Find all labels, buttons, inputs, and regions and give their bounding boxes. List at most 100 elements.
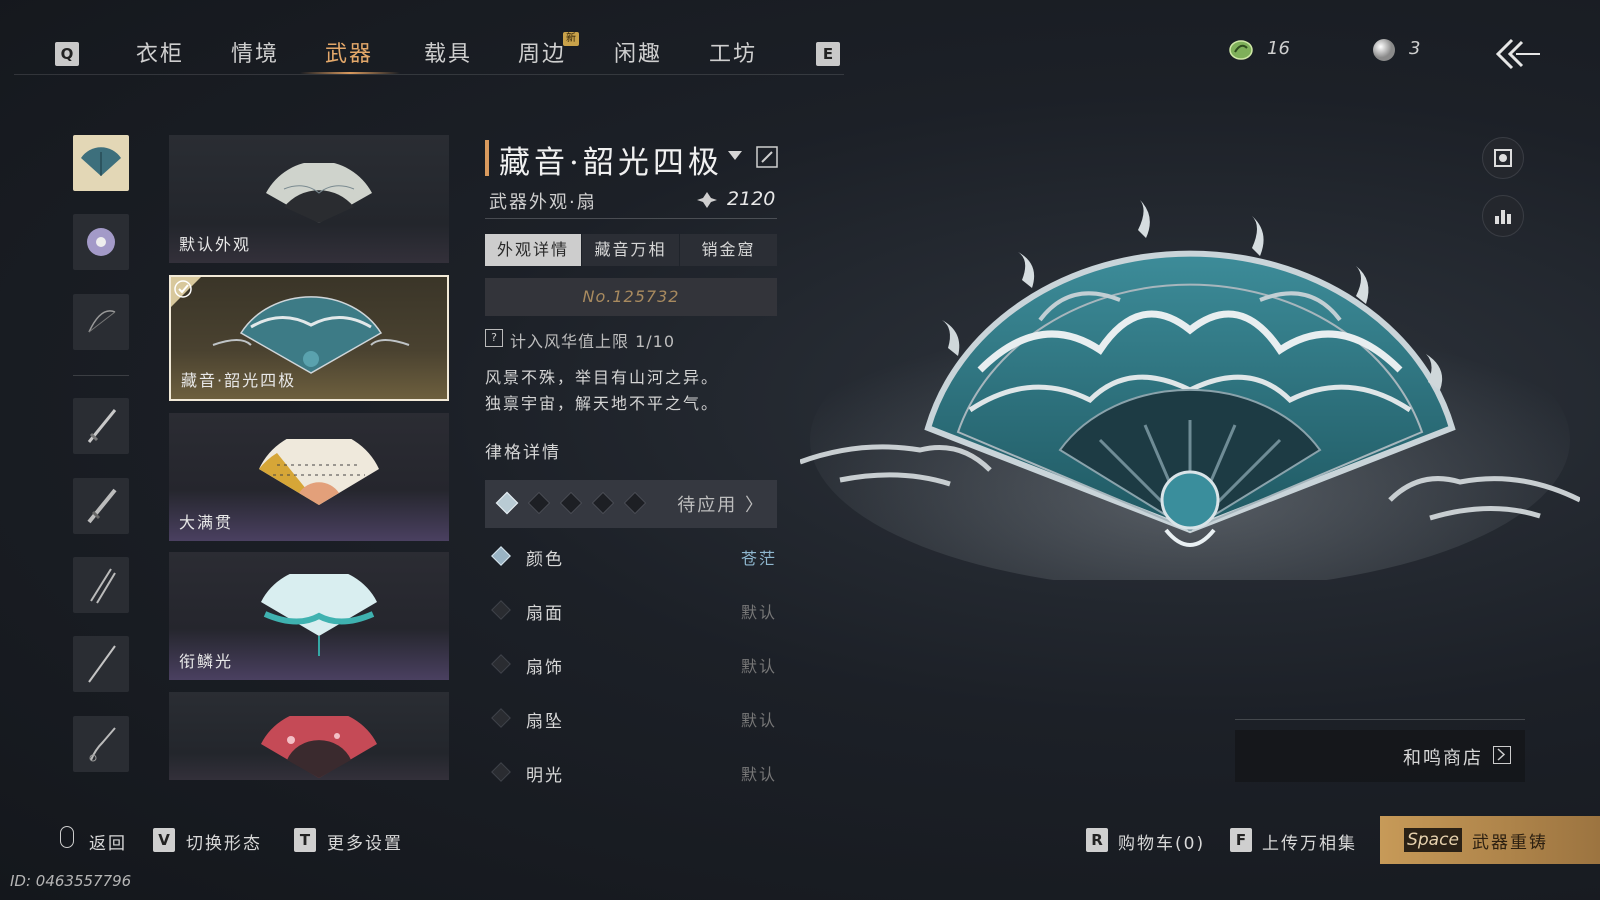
tab-peripheral[interactable]: 周边 bbox=[518, 36, 566, 68]
tab-xiaojinku[interactable]: 销金窟 bbox=[680, 234, 777, 266]
shop-button[interactable]: 和鸣商店 bbox=[1235, 730, 1525, 782]
sword-icon bbox=[87, 409, 117, 443]
prop-diamond-icon bbox=[491, 546, 511, 566]
item-title: 藏音·韶光四极 bbox=[499, 145, 723, 181]
cart-hint[interactable]: 购物车(0) bbox=[1118, 829, 1205, 854]
key-f: F bbox=[1230, 828, 1252, 852]
tab-scene[interactable]: 情境 bbox=[231, 36, 279, 68]
jade-icon bbox=[1229, 40, 1253, 60]
fan-grand-slam-icon bbox=[259, 439, 379, 505]
key-space: Space bbox=[1404, 828, 1462, 852]
pearl-count: 3 bbox=[1409, 38, 1421, 59]
bow-icon bbox=[88, 310, 116, 333]
description-line-2: 独禀宇宙，解天地不平之气。 bbox=[485, 394, 720, 413]
thumb-fan-purple[interactable] bbox=[73, 214, 129, 270]
thumb-sword-2[interactable] bbox=[73, 478, 129, 534]
tab-wardrobe[interactable]: 衣柜 bbox=[136, 36, 184, 68]
tab-workshop[interactable]: 工坊 bbox=[709, 36, 757, 68]
pearl-icon bbox=[1373, 39, 1395, 61]
user-id: ID: 0463557796 bbox=[10, 872, 132, 890]
edit-icon[interactable] bbox=[756, 146, 778, 168]
card-name: 藏音·韶光四极 bbox=[181, 371, 297, 390]
prop-pendant-value: 默认 bbox=[740, 711, 777, 730]
fan-icon bbox=[81, 147, 121, 176]
twin-blades-icon bbox=[90, 568, 116, 604]
thumb-twin-blades[interactable] bbox=[73, 557, 129, 613]
thumb-fan-selected[interactable] bbox=[73, 135, 129, 191]
fan-xianlin-icon bbox=[261, 574, 377, 656]
reforge-button[interactable]: Space 武器重铸 bbox=[1380, 816, 1600, 864]
item-subtitle: 武器外观·扇 bbox=[489, 192, 597, 213]
slot-diamond bbox=[495, 491, 519, 515]
reforge-label: 武器重铸 bbox=[1472, 833, 1548, 853]
cap-note: 计入风华值上限 1/10 bbox=[510, 332, 676, 351]
slot-diamond bbox=[623, 491, 647, 515]
back-arrow-icon[interactable] bbox=[1496, 36, 1542, 72]
more-settings-hint[interactable]: 更多设置 bbox=[327, 829, 403, 854]
score-icon bbox=[697, 192, 717, 208]
prop-color-label[interactable]: 颜色 bbox=[526, 545, 564, 570]
tab-leisure[interactable]: 闲趣 bbox=[614, 36, 662, 68]
whip-icon bbox=[89, 727, 116, 762]
thumb-spear[interactable] bbox=[73, 636, 129, 692]
help-icon[interactable]: ? bbox=[485, 329, 503, 347]
prop-glow-value: 默认 bbox=[740, 765, 777, 784]
section-title: 律格详情 bbox=[485, 443, 561, 463]
fan-zangyin-icon bbox=[212, 296, 410, 374]
prop-color-value: 苍茫 bbox=[740, 549, 777, 568]
serial-number: No.125732 bbox=[485, 278, 777, 316]
prop-surface-label[interactable]: 扇面 bbox=[526, 599, 564, 624]
shop-divider bbox=[1235, 719, 1525, 720]
thumb-sword-1[interactable] bbox=[73, 398, 129, 454]
tab-weapon[interactable]: 武器 bbox=[325, 36, 373, 68]
photo-mode-button[interactable] bbox=[1482, 137, 1524, 179]
card-name: 衔鳞光 bbox=[179, 652, 234, 671]
fan-preview-image bbox=[800, 200, 1580, 580]
slots-bar[interactable]: 待应用 〉 bbox=[485, 480, 777, 528]
slot-diamond bbox=[527, 491, 551, 515]
switch-form-hint[interactable]: 切换形态 bbox=[186, 829, 262, 854]
card-xianlin[interactable]: 衔鳞光 bbox=[169, 552, 449, 680]
tab-vehicle[interactable]: 载具 bbox=[424, 36, 472, 68]
card-name: 大满贯 bbox=[179, 513, 234, 532]
thumb-bow[interactable] bbox=[73, 294, 129, 350]
thumb-divider bbox=[73, 375, 129, 376]
check-icon bbox=[171, 277, 201, 307]
key-r: R bbox=[1086, 828, 1108, 852]
fan-default-icon bbox=[266, 163, 372, 223]
card-selected[interactable]: 藏音·韶光四极 bbox=[169, 275, 449, 401]
prop-glow-label[interactable]: 明光 bbox=[526, 761, 564, 786]
description-line-1: 风景不殊，举目有山河之异。 bbox=[485, 368, 720, 387]
external-link-icon bbox=[1493, 746, 1511, 764]
spear-icon bbox=[88, 645, 116, 683]
thumb-whip[interactable] bbox=[73, 716, 129, 772]
tab-zangyin[interactable]: 藏音万相 bbox=[582, 234, 679, 266]
upload-hint[interactable]: 上传万相集 bbox=[1262, 829, 1357, 854]
slot-diamond bbox=[591, 491, 615, 515]
card-default[interactable]: 默认外观 bbox=[169, 135, 449, 263]
slot-diamond bbox=[559, 491, 583, 515]
card-red-fan[interactable] bbox=[169, 692, 449, 780]
nav-divider bbox=[14, 74, 844, 75]
jade-count: 16 bbox=[1267, 38, 1290, 59]
pending-apply: 待应用 〉 bbox=[677, 495, 765, 516]
key-t: T bbox=[294, 828, 316, 852]
nav-next-key[interactable]: E bbox=[816, 42, 840, 66]
frame-icon bbox=[1494, 149, 1512, 167]
prop-ornament-label[interactable]: 扇饰 bbox=[526, 653, 564, 678]
subtitle-divider bbox=[485, 218, 777, 219]
card-name: 默认外观 bbox=[179, 235, 252, 254]
back-hint[interactable]: 返回 bbox=[89, 829, 127, 854]
prop-pendant-label[interactable]: 扇坠 bbox=[526, 707, 564, 732]
prop-surface-value: 默认 bbox=[740, 603, 777, 622]
sword-icon bbox=[87, 488, 117, 524]
tab-appearance-detail[interactable]: 外观详情 bbox=[485, 234, 581, 266]
prop-diamond-icon bbox=[491, 708, 511, 728]
score-value: 2120 bbox=[727, 188, 776, 210]
prop-diamond-icon bbox=[491, 654, 511, 674]
prop-ornament-value: 默认 bbox=[740, 657, 777, 676]
mouse-icon bbox=[60, 826, 74, 848]
card-grand-slam[interactable]: 大满贯 bbox=[169, 413, 449, 541]
chevron-down-icon[interactable] bbox=[727, 150, 743, 162]
nav-prev-key[interactable]: Q bbox=[55, 42, 79, 66]
